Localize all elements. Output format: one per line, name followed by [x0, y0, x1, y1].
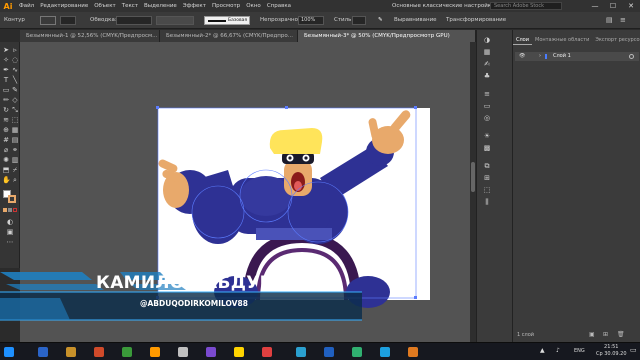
- brushes-icon[interactable]: ✍: [483, 60, 491, 68]
- tray-volume-icon[interactable]: ♪: [556, 347, 560, 354]
- taskbar-app-14-icon[interactable]: [408, 347, 418, 357]
- expand-chevron-icon[interactable]: ›: [539, 52, 541, 61]
- taskbar-app-7-icon[interactable]: [206, 347, 216, 357]
- new-sublayer-icon[interactable]: ⊞: [603, 330, 608, 340]
- layers-panel-tabs: Слои Монтажные области Экспорт ресурсов: [513, 35, 640, 45]
- language-indicator[interactable]: ENG: [574, 348, 585, 354]
- new-layer-icon[interactable]: ▣: [589, 330, 595, 340]
- layers-panel: Слои Монтажные области Экспорт ресурсов …: [512, 30, 640, 342]
- layers-panel-icon[interactable]: ⧉: [483, 162, 491, 170]
- illustrator-taskbar-icon[interactable]: [150, 347, 160, 357]
- banner-handle: @ABDUQODIRKOMILOV88: [140, 299, 248, 308]
- tray-network-icon[interactable]: ▲: [540, 347, 545, 354]
- symbols-icon[interactable]: ♣: [483, 72, 491, 80]
- swatches-icon[interactable]: ▦: [483, 48, 491, 56]
- layers-footer: 1 слой ▣ ⊞ 🗑: [513, 330, 640, 340]
- taskbar-app-3-icon[interactable]: [94, 347, 104, 357]
- clock-time: 21:51: [604, 344, 619, 350]
- graphic-styles-icon[interactable]: ▩: [483, 144, 491, 152]
- delete-layer-icon[interactable]: 🗑: [617, 330, 625, 340]
- align-panel-icon[interactable]: ⫼: [483, 198, 491, 206]
- gradient-panel-icon[interactable]: ▭: [483, 102, 491, 110]
- taskbar-app-11-icon[interactable]: [324, 347, 334, 357]
- windows-taskbar: ▲ ♪ ENG 21:51 Ср 30.09.20 ▭: [0, 342, 640, 360]
- taskbar-app-12-icon[interactable]: [352, 347, 362, 357]
- tab-layers[interactable]: Слои: [513, 35, 532, 45]
- notifications-icon[interactable]: ▭: [630, 346, 637, 354]
- layer-count: 1 слой: [517, 332, 535, 338]
- taskbar-app-9-icon[interactable]: [262, 347, 272, 357]
- clock[interactable]: 21:51 Ср 30.09.20: [596, 344, 627, 358]
- tab-asset-export[interactable]: Экспорт ресурсов: [592, 35, 640, 45]
- taskbar-app-10-icon[interactable]: [296, 347, 306, 357]
- taskbar-app-8-icon[interactable]: [234, 347, 244, 357]
- pathfinder-icon[interactable]: ⊞: [483, 174, 491, 182]
- layer-target-icon[interactable]: [629, 54, 634, 59]
- visibility-eye-icon[interactable]: 👁: [519, 52, 525, 61]
- layer-color-marker: [545, 54, 547, 59]
- clock-date: Ср 30.09.20: [596, 351, 627, 357]
- layer-name[interactable]: Слой 1: [553, 52, 571, 61]
- tab-artboards[interactable]: Монтажные области: [532, 35, 592, 45]
- taskbar-app-6-icon[interactable]: [178, 347, 188, 357]
- stroke-icon[interactable]: ≡: [483, 90, 491, 98]
- color-panel-icon[interactable]: ◑: [483, 36, 491, 44]
- transparency-icon[interactable]: ◎: [483, 114, 491, 122]
- collapsed-panels: ◑ ▦ ✍ ♣ ≡ ▭ ◎ ☀ ▩ ⧉ ⊞ ⬚ ⫼: [476, 30, 512, 342]
- taskbar-app-13-icon[interactable]: [380, 347, 390, 357]
- taskbar-app-4-icon[interactable]: [122, 347, 132, 357]
- taskbar-app-1-icon[interactable]: [38, 347, 48, 357]
- start-icon[interactable]: [4, 347, 14, 357]
- banner-name: КАМИЛОВ АБДУКАДИР: [96, 273, 330, 293]
- taskbar-app-2-icon[interactable]: [66, 347, 76, 357]
- appearance-icon[interactable]: ☀: [483, 132, 491, 140]
- transform-panel-icon[interactable]: ⬚: [483, 186, 491, 194]
- layer-row[interactable]: 👁 › Слой 1: [515, 52, 639, 61]
